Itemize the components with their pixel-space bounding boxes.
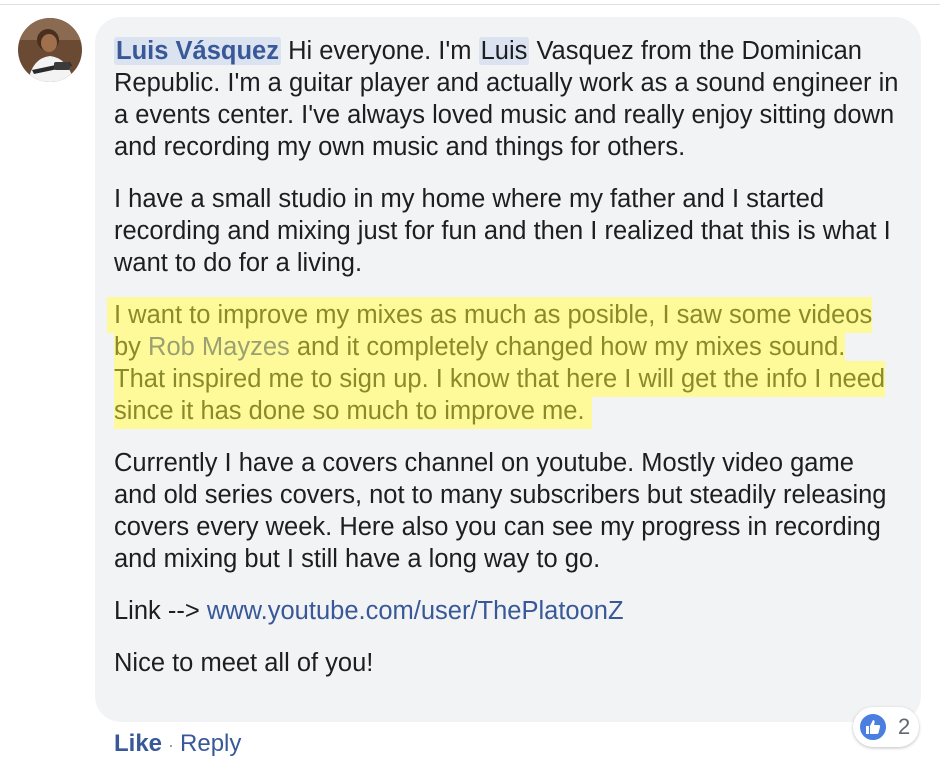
comment-paragraph: I have a small studio in my home where m… bbox=[114, 185, 891, 277]
comment-author[interactable]: Luis Vásquez bbox=[114, 37, 281, 65]
comment-actions: Like · Reply bbox=[114, 728, 241, 761]
comment-paragraph: Currently I have a covers channel on you… bbox=[114, 449, 887, 573]
comment-paragraph: Link --> www.youtube.com/user/ThePlatoon… bbox=[114, 595, 899, 627]
divider bbox=[0, 0, 940, 5]
reply-button[interactable]: Reply bbox=[180, 730, 241, 757]
comment-paragraph: Luis Vásquez Hi everyone. I'm Luis Vasqu… bbox=[114, 35, 899, 163]
mention-tag[interactable]: Luis bbox=[478, 37, 530, 65]
thumbs-up-icon bbox=[858, 712, 888, 742]
avatar[interactable] bbox=[18, 18, 82, 82]
like-button[interactable]: Like bbox=[114, 730, 162, 757]
separator: · bbox=[168, 735, 175, 755]
reaction-count: 2 bbox=[898, 714, 911, 739]
highlight: I want to improve my mixes as much as po… bbox=[107, 297, 886, 429]
comment-bubble: Luis Vásquez Hi everyone. I'm Luis Vasqu… bbox=[95, 17, 921, 722]
mention-tag[interactable]: Rob Mayzes bbox=[148, 333, 290, 361]
youtube-link[interactable]: www.youtube.com/user/ThePlatoonZ bbox=[207, 597, 624, 625]
comment-paragraph: Nice to meet all of you! bbox=[114, 649, 374, 677]
link-label: Link --> bbox=[114, 597, 207, 625]
highlighted-paragraph: I want to improve my mixes as much as po… bbox=[107, 297, 899, 429]
reactions-badge[interactable]: 2 bbox=[853, 707, 919, 747]
comment-text: Hi everyone. I'm bbox=[288, 37, 479, 65]
